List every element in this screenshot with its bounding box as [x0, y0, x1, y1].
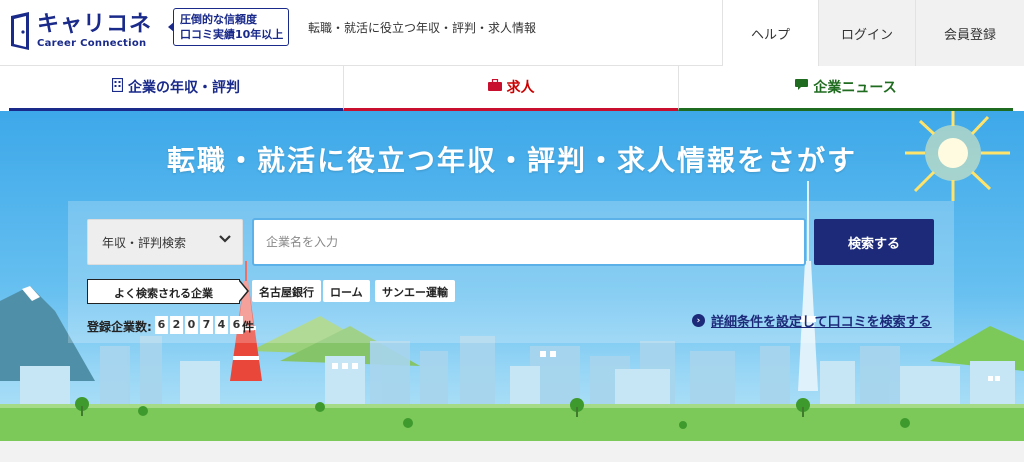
- tab-label: 企業の年収・評判: [128, 80, 240, 96]
- login-button[interactable]: ログイン: [818, 0, 915, 66]
- hero-section: 転職・就活に役立つ年収・評判・求人情報をさがす 年収・評判検索 検索する よく検…: [0, 111, 1024, 441]
- main-nav: 企業の年収・評判 求人 企業ニュース: [9, 66, 1013, 111]
- hero-title: 転職・就活に役立つ年収・評判・求人情報をさがす: [166, 144, 857, 177]
- registered-count-label: 登録企業数:: [87, 320, 152, 334]
- count-digit: 7: [200, 316, 213, 334]
- count-digit: 4: [215, 316, 228, 334]
- building-icon: [111, 77, 124, 96]
- count-digit: 6: [155, 316, 168, 334]
- site-logo[interactable]: キャリコネ Career Connection: [9, 6, 152, 56]
- header-tagline: 転職・就活に役立つ年収・評判・求人情報: [308, 21, 537, 35]
- tab-label: 企業ニュース: [813, 80, 897, 96]
- register-button[interactable]: 会員登録: [915, 0, 1024, 66]
- page-bottom-strip: [0, 441, 1024, 462]
- search-type-value: 年収・評判検索: [102, 236, 187, 250]
- badge-line-2: 口コミ実績10年以上: [180, 28, 284, 41]
- chevron-down-icon: [218, 232, 232, 248]
- count-unit: 件: [242, 320, 255, 334]
- registered-count: 6 2 0 7 4 6: [155, 316, 245, 334]
- tab-jobs[interactable]: 求人: [343, 66, 678, 111]
- badge-line-1: 圧倒的な信頼度: [180, 13, 257, 26]
- trust-badge: 圧倒的な信頼度 口コミ実績10年以上: [168, 8, 289, 46]
- help-button[interactable]: ヘルプ: [722, 0, 818, 66]
- popular-company-chip[interactable]: 名古屋銀行: [252, 280, 321, 302]
- tab-company-salary[interactable]: 企業の年収・評判: [9, 66, 343, 111]
- popular-companies-label: よく検索される企業: [87, 279, 249, 304]
- count-digit: 0: [185, 316, 198, 334]
- tab-label: 求人: [506, 80, 535, 96]
- site-header: キャリコネ Career Connection 圧倒的な信頼度 口コミ実績10年…: [0, 0, 1024, 66]
- popular-company-chip[interactable]: サンエー運輸: [375, 280, 455, 302]
- popular-company-chip[interactable]: ローム: [323, 280, 370, 302]
- logo-subtext: Career Connection: [37, 38, 147, 49]
- count-digit: 2: [170, 316, 183, 334]
- company-search-input[interactable]: [252, 218, 806, 266]
- advanced-search-link-text: 詳細条件を設定して口コミを検索する: [711, 315, 932, 330]
- logo-text: キャリコネ: [37, 12, 153, 37]
- door-logo-icon: [11, 12, 29, 50]
- search-type-select[interactable]: 年収・評判検索: [87, 219, 243, 265]
- search-button[interactable]: 検索する: [814, 219, 934, 265]
- tab-company-news[interactable]: 企業ニュース: [678, 66, 1013, 111]
- chat-bubble-icon: [795, 79, 809, 95]
- advanced-search-link[interactable]: › 詳細条件を設定して口コミを検索する: [692, 311, 932, 330]
- briefcase-icon: [487, 78, 502, 95]
- chevron-right-icon: ›: [692, 314, 705, 327]
